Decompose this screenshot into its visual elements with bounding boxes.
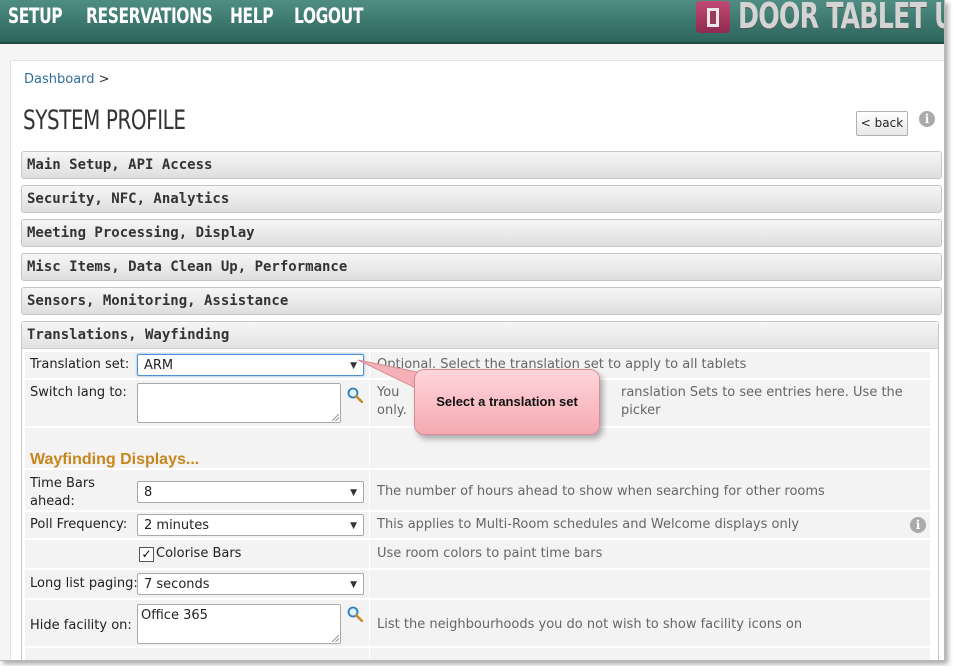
hide-facility-label: Hide facility on: — [30, 618, 132, 633]
section-security[interactable]: Security, NFC, Analytics — [21, 185, 942, 213]
next-row-partial — [25, 648, 930, 660]
time-bars-label-line1: Time Bars — [30, 476, 95, 491]
colorise-bars-checkbox[interactable]: ✓ — [139, 547, 154, 562]
hide-facility-row: Hide facility on: Office 365 List the ne… — [25, 600, 930, 646]
translation-set-value: ARM — [144, 358, 174, 373]
wayfinding-heading: Wayfinding Displays... — [30, 451, 200, 468]
resize-grip-icon[interactable] — [332, 635, 339, 642]
nav-setup[interactable]: SETUP — [8, 4, 63, 28]
section-misc-items[interactable]: Misc Items, Data Clean Up, Performance — [21, 253, 942, 281]
time-bars-label-line2: ahead: — [30, 494, 75, 509]
hide-facility-description: List the neighbourhoods you do not wish … — [377, 617, 803, 632]
poll-frequency-info-icon[interactable]: i — [910, 517, 926, 533]
callout-tooltip: Select a translation set — [414, 369, 600, 435]
colorise-bars-description: Use room colors to paint time bars — [377, 546, 603, 561]
breadcrumb-dashboard-link[interactable]: Dashboard — [24, 72, 95, 87]
time-bars-description: The number of hours ahead to show when s… — [377, 484, 825, 499]
door-logo-icon — [696, 1, 730, 33]
poll-frequency-row: Poll Frequency: 2 minutes ▼ This applies… — [25, 512, 930, 538]
hide-facility-input[interactable]: Office 365 — [137, 604, 341, 644]
nav-help[interactable]: HELP — [230, 4, 274, 28]
switch-lang-description-cont: ranslation Sets to see entries here. Use… — [621, 385, 903, 418]
poll-frequency-value: 2 minutes — [144, 518, 210, 533]
breadcrumb: Dashboard > — [24, 72, 110, 87]
poll-frequency-description: This applies to Multi-Room schedules and… — [377, 517, 800, 532]
long-list-paging-value: 7 seconds — [144, 577, 210, 592]
poll-frequency-select[interactable]: 2 minutes ▼ — [137, 514, 364, 536]
translation-set-label: Translation set: — [30, 357, 130, 372]
breadcrumb-separator: > — [98, 72, 110, 87]
translation-set-select[interactable]: ARM ▼ — [137, 354, 364, 376]
top-navigation: SETUP RESERVATIONS HELP LOGOUT DOOR TABL… — [0, 0, 944, 44]
chevron-down-icon: ▼ — [350, 488, 357, 498]
colorise-bars-row: ✓ Colorise Bars Use room colors to paint… — [25, 540, 930, 568]
long-list-paging-label: Long list paging: — [30, 576, 138, 591]
resize-grip-icon[interactable] — [332, 414, 339, 421]
brand-logo-text: DOOR TABLET U — [738, 0, 945, 37]
chevron-down-icon: ▼ — [350, 521, 357, 531]
time-bars-row: Time Bars ahead: 8 ▼ The number of hours… — [25, 470, 930, 510]
section-translations-header[interactable]: Translations, Wayfinding — [22, 322, 938, 349]
switch-lang-input[interactable] — [137, 383, 341, 423]
switch-lang-label: Switch lang to: — [30, 385, 127, 400]
app-window: SETUP RESERVATIONS HELP LOGOUT DOOR TABL… — [0, 0, 945, 661]
poll-frequency-label: Poll Frequency: — [30, 517, 128, 532]
section-meeting-processing[interactable]: Meeting Processing, Display — [21, 219, 942, 247]
long-list-paging-select[interactable]: 7 seconds ▼ — [137, 573, 364, 595]
page-title: SYSTEM PROFILE — [23, 105, 186, 136]
back-button[interactable]: < back — [856, 111, 908, 136]
section-sensors[interactable]: Sensors, Monitoring, Assistance — [21, 287, 942, 315]
time-bars-value: 8 — [144, 485, 153, 500]
search-icon[interactable] — [347, 606, 363, 622]
nav-logout[interactable]: LOGOUT — [294, 4, 363, 28]
page-content: Dashboard > SYSTEM PROFILE < back i Main… — [10, 60, 944, 660]
chevron-down-icon: ▼ — [350, 580, 357, 590]
long-list-paging-row: Long list paging: 7 seconds ▼ — [25, 570, 930, 598]
info-icon[interactable]: i — [919, 111, 935, 127]
section-main-setup[interactable]: Main Setup, API Access — [21, 151, 942, 179]
hide-facility-value: Office 365 — [141, 608, 208, 623]
time-bars-select[interactable]: 8 ▼ — [137, 481, 364, 503]
nav-reservations[interactable]: RESERVATIONS — [86, 4, 213, 28]
colorise-bars-label: Colorise Bars — [156, 546, 242, 561]
switch-lang-description-end: only. — [377, 403, 407, 418]
